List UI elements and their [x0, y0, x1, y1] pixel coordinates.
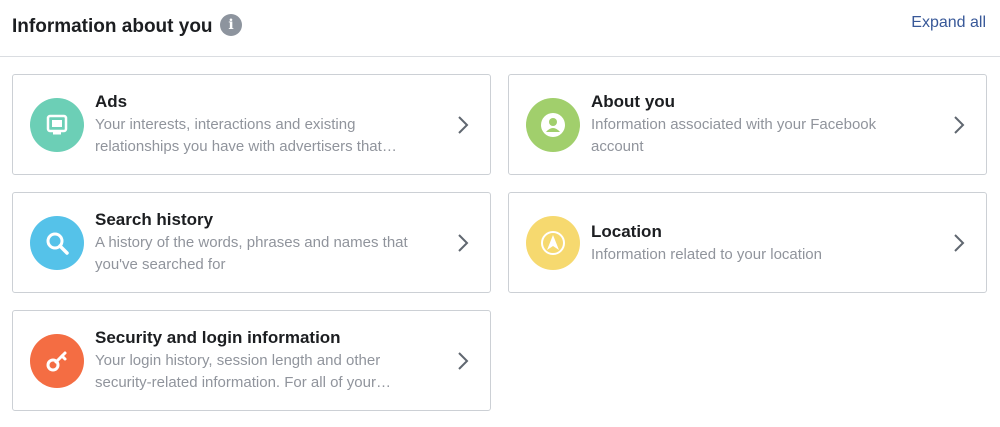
person-icon [526, 98, 580, 152]
card-description: A history of the words, phrases and name… [95, 234, 408, 273]
monitor-icon [30, 98, 84, 152]
card-search-history[interactable]: Search history A history of the words, p… [12, 192, 491, 293]
card-ads[interactable]: Ads Your interests, interactions and exi… [12, 74, 491, 175]
card-title: About you [591, 92, 676, 111]
card-description: Your login history, session length and o… [95, 352, 391, 391]
page-title: Information about you [12, 16, 213, 37]
chevron-right-icon [458, 234, 469, 252]
chevron-right-icon [954, 116, 965, 134]
chevron-right-icon [458, 352, 469, 370]
navigation-arrow-icon [526, 216, 580, 270]
card-title: Security and login information [95, 328, 341, 347]
card-title: Location [591, 222, 662, 241]
card-description: Information related to your location [591, 246, 822, 263]
section-header: Information about you i Expand all [0, 0, 1000, 57]
key-icon [30, 334, 84, 388]
card-about-you[interactable]: About you Information associated with yo… [508, 74, 987, 175]
magnifier-icon [30, 216, 84, 270]
card-description: Information associated with your Faceboo… [591, 116, 877, 155]
chevron-right-icon [954, 234, 965, 252]
chevron-right-icon [458, 116, 469, 134]
card-location[interactable]: Location Information related to your loc… [508, 192, 987, 293]
expand-all-link[interactable]: Expand all [911, 14, 986, 32]
info-icon[interactable]: i [220, 14, 242, 36]
card-description: Your interests, interactions and existin… [95, 116, 397, 155]
card-title: Ads [95, 92, 128, 111]
card-title: Search history [95, 210, 214, 229]
card-security-login[interactable]: Security and login information Your logi… [12, 310, 491, 411]
